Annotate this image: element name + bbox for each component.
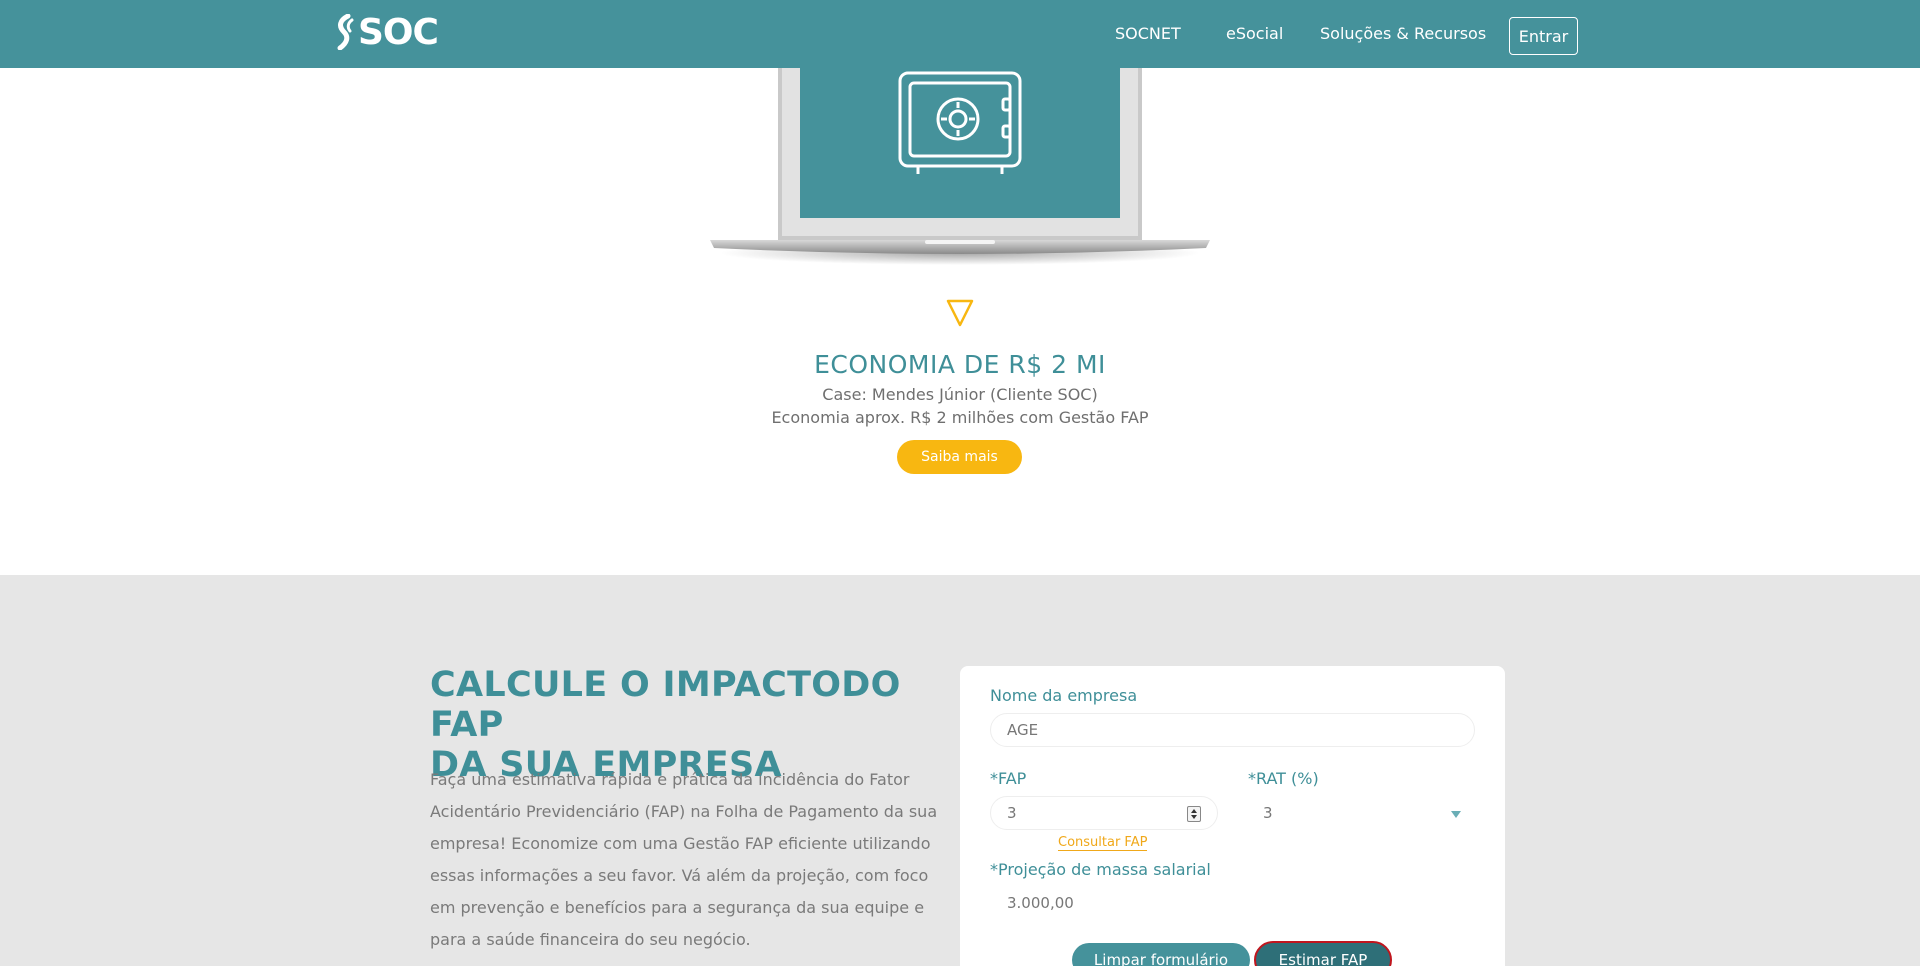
top-navbar: SOC SOCNET eSocial Soluções & Recursos E… [0,0,1920,68]
soc-logo-icon [337,14,354,50]
login-button[interactable]: Entrar [1509,17,1578,55]
rat-value: 3 [1263,804,1273,822]
estimate-fap-button[interactable]: Estimar FAP [1254,941,1392,966]
rat-label: *RAT (%) [1248,769,1319,788]
logo-text: SOC [358,11,439,53]
payroll-value: 3.000,00 [1007,894,1074,912]
laptop-safe-illustration [710,68,1210,265]
case-savings-text: Economia aprox. R$ 2 milhões com Gestão … [771,408,1149,427]
fap-value: 3 [1007,804,1017,822]
arrow-down-icon [946,299,974,327]
company-name-input[interactable]: AGE [990,713,1475,747]
nav-esocial[interactable]: eSocial [1226,24,1283,43]
calculator-title-line1: CALCULE O IMPACTODO FAP [430,665,901,745]
nav-socnet[interactable]: SOCNET [1115,24,1181,43]
company-name-value: AGE [1007,721,1039,739]
soc-logo[interactable]: SOC [334,11,439,53]
fap-number-input[interactable]: 3 [990,796,1218,830]
consultar-fap-link[interactable]: Consultar FAP [1058,835,1148,851]
clear-form-button[interactable]: Limpar formulário [1072,943,1250,966]
fap-label: *FAP [990,769,1027,788]
rat-select[interactable]: 3 [1246,796,1474,830]
fap-stepper-icon[interactable] [1187,806,1201,822]
chevron-down-icon [1451,811,1461,818]
company-name-label: Nome da empresa [990,686,1138,705]
saiba-mais-button[interactable]: Saiba mais [897,440,1022,474]
nav-solucoes-recursos[interactable]: Soluções & Recursos [1320,24,1486,43]
case-subtitle: Case: Mendes Júnior (Cliente SOC) [822,385,1098,404]
case-title: ECONOMIA DE R$ 2 MI [814,350,1106,379]
payroll-input[interactable]: 3.000,00 [990,886,1475,920]
calculator-description: Faça uma estimativa rápida e prática da … [430,770,938,949]
payroll-label: *Projeção de massa salarial [990,860,1211,879]
